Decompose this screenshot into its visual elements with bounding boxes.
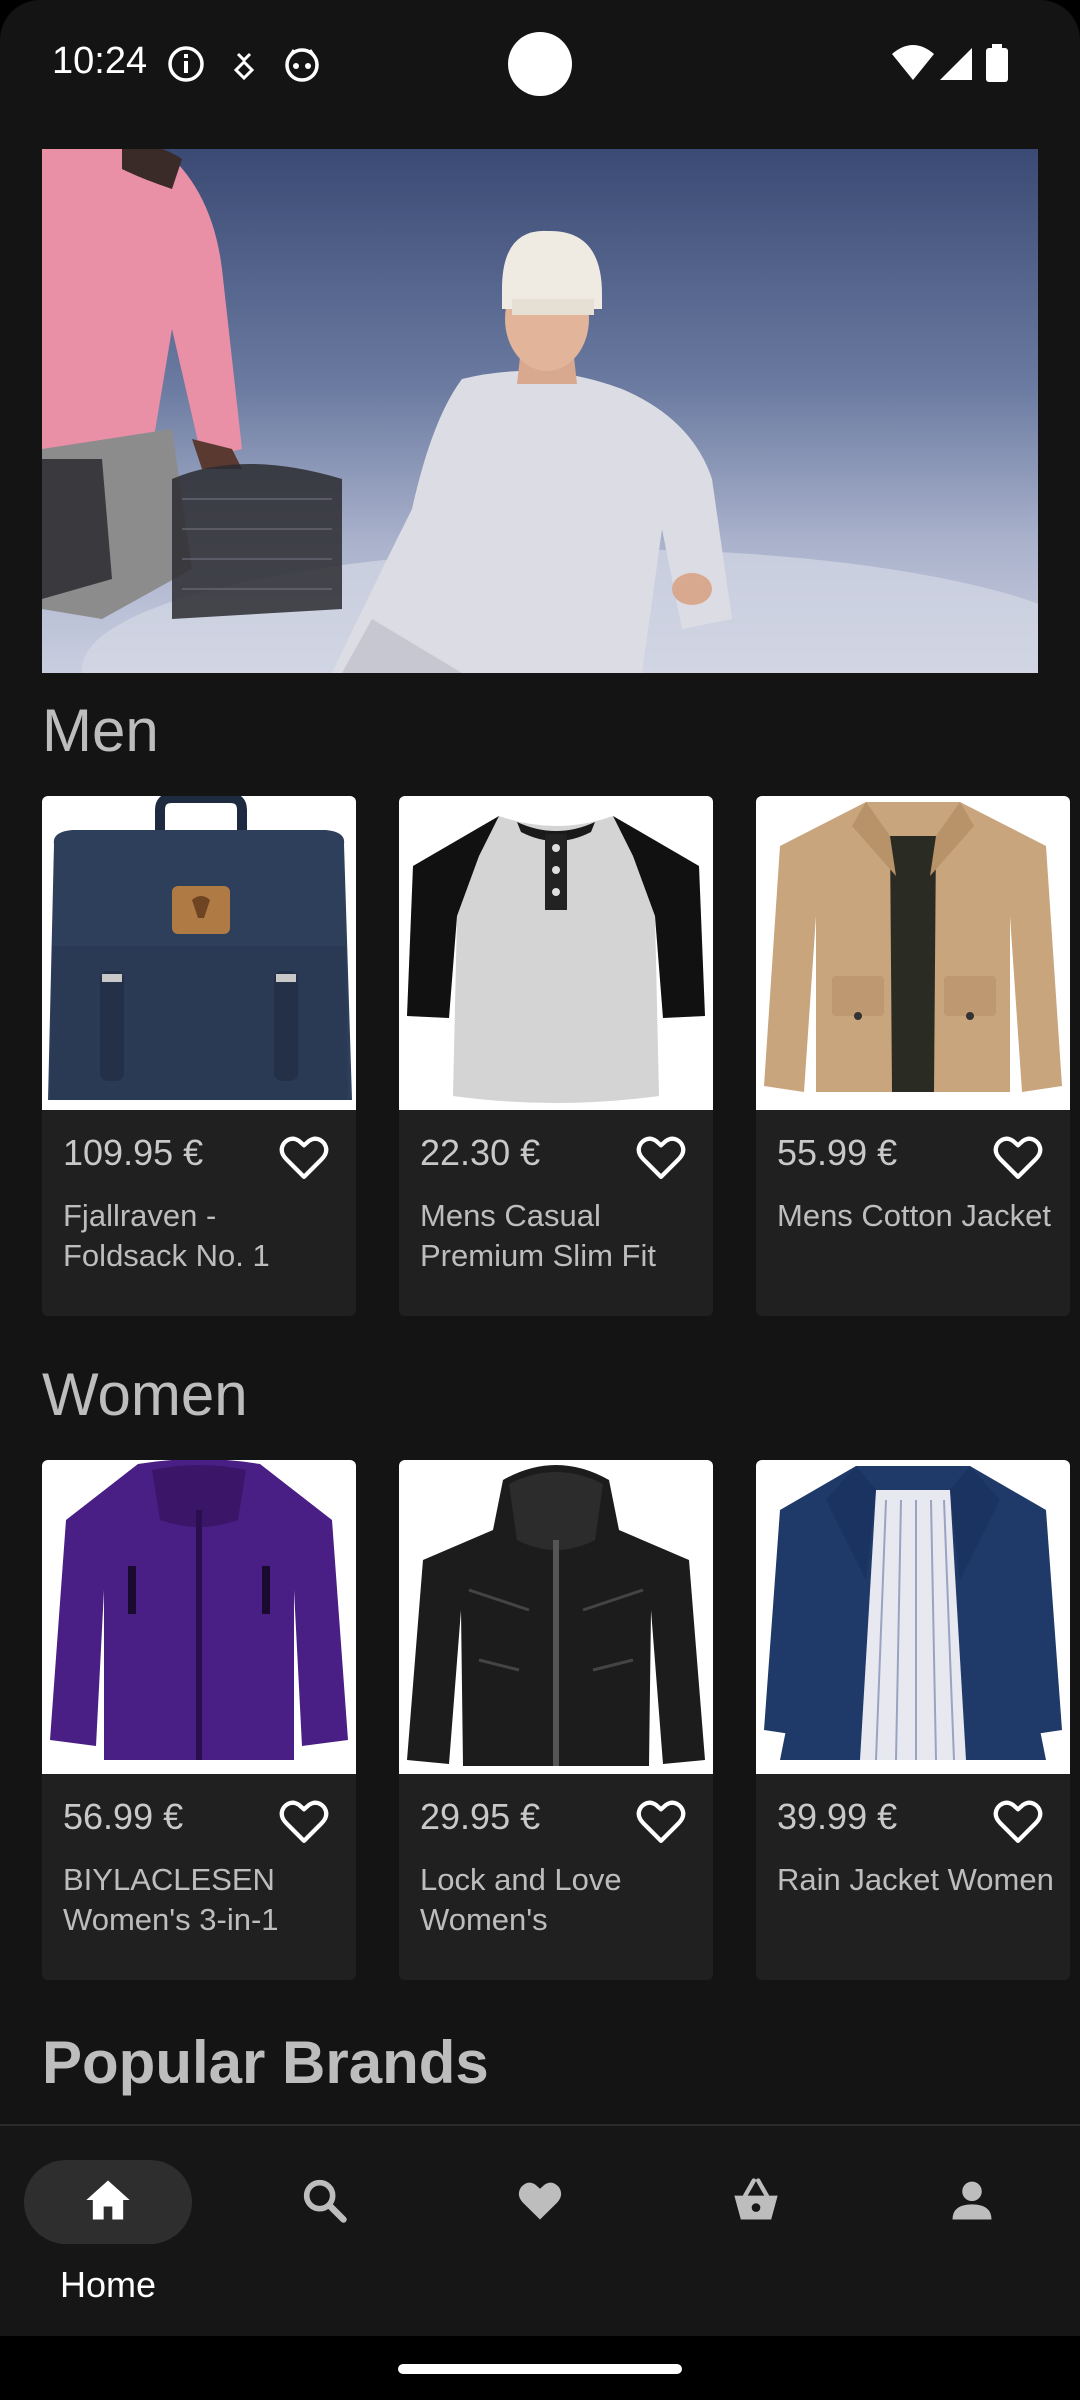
backpack-image	[48, 796, 352, 1100]
app-screen: 10:24 Men 109.95 € Fjallraven - Foldsack…	[0, 0, 1080, 2400]
raglan-tshirt-image	[407, 816, 705, 1103]
favorite-heart-icon[interactable]	[990, 1793, 1046, 1849]
favorite-heart-icon[interactable]	[990, 1129, 1046, 1185]
basket-icon	[734, 2178, 778, 2220]
heart-filled-icon	[518, 2182, 562, 2220]
product-title: Mens Casual Premium Slim Fit	[420, 1198, 656, 1273]
info-icon	[168, 46, 204, 82]
app-notification-icon	[285, 48, 319, 82]
product-image	[756, 1460, 1070, 1774]
product-card[interactable]: 55.99 € Mens Cotton Jacket	[756, 796, 1070, 1316]
product-image	[399, 796, 713, 1110]
product-image	[756, 796, 1070, 1110]
status-time: 10:24	[52, 40, 148, 82]
section-title-men: Men	[42, 697, 159, 764]
nav-item-home[interactable]: Home	[0, 2126, 216, 2338]
profile-icon	[952, 2181, 992, 2220]
product-price: 29.95 €	[420, 1796, 541, 1837]
banner-image	[42, 149, 1038, 673]
product-card[interactable]: 39.99 € Rain Jacket Women	[756, 1460, 1070, 1980]
section-title-women: Women	[42, 1361, 248, 1428]
product-image	[399, 1460, 713, 1774]
product-title: Fjallraven - Foldsack No. 1	[63, 1198, 270, 1273]
product-card[interactable]: 29.95 € Lock and Love Women's	[399, 1460, 713, 1980]
product-price: 55.99 €	[777, 1132, 898, 1173]
favorite-heart-icon[interactable]	[276, 1793, 332, 1849]
product-title: Mens Cotton Jacket	[777, 1198, 1051, 1233]
wifi-icon	[892, 45, 934, 80]
home-icon	[86, 2180, 130, 2220]
product-price: 56.99 €	[63, 1796, 184, 1837]
download-notification-icon	[233, 52, 255, 81]
product-title: Lock and Love Women's	[420, 1862, 622, 1937]
nav-item-favorites[interactable]	[432, 2126, 648, 2338]
product-image	[42, 796, 356, 1110]
product-price: 22.30 €	[420, 1132, 541, 1173]
beige-jacket-image	[764, 802, 1062, 1092]
product-title: BIYLACLESEN Women's 3-in-1	[63, 1862, 279, 1937]
signal-icon	[940, 48, 972, 80]
product-card[interactable]: 109.95 € Fjallraven - Foldsack No. 1	[42, 796, 356, 1316]
product-image	[42, 1460, 356, 1774]
favorite-heart-icon[interactable]	[276, 1129, 332, 1185]
nav-item-cart[interactable]	[648, 2126, 864, 2338]
status-bar: 10:24	[0, 0, 1080, 130]
product-card[interactable]: 22.30 € Mens Casual Premium Slim Fit	[399, 796, 713, 1316]
battery-icon	[986, 44, 1008, 82]
search-icon	[303, 2179, 347, 2223]
section-title-popular-brands: Popular Brands	[42, 2029, 489, 2096]
favorite-heart-icon[interactable]	[633, 1129, 689, 1185]
bottom-navigation: Home	[0, 2124, 1080, 2336]
hero-banner[interactable]	[42, 149, 1038, 673]
front-camera	[508, 32, 572, 96]
navy-rain-jacket-image	[764, 1466, 1062, 1761]
product-price: 109.95 €	[63, 1132, 204, 1173]
product-price: 39.99 €	[777, 1796, 898, 1837]
product-title: Rain Jacket Women	[777, 1862, 1054, 1897]
nav-item-search[interactable]	[216, 2126, 432, 2338]
favorite-heart-icon[interactable]	[633, 1793, 689, 1849]
home-gesture-handle[interactable]	[398, 2364, 682, 2374]
purple-jacket-image	[50, 1460, 348, 1760]
nav-label-home: Home	[59, 2264, 157, 2305]
product-card[interactable]: 56.99 € BIYLACLESEN Women's 3-in-1	[42, 1460, 356, 1980]
nav-item-profile[interactable]	[864, 2126, 1080, 2338]
leather-jacket-image	[407, 1465, 705, 1766]
